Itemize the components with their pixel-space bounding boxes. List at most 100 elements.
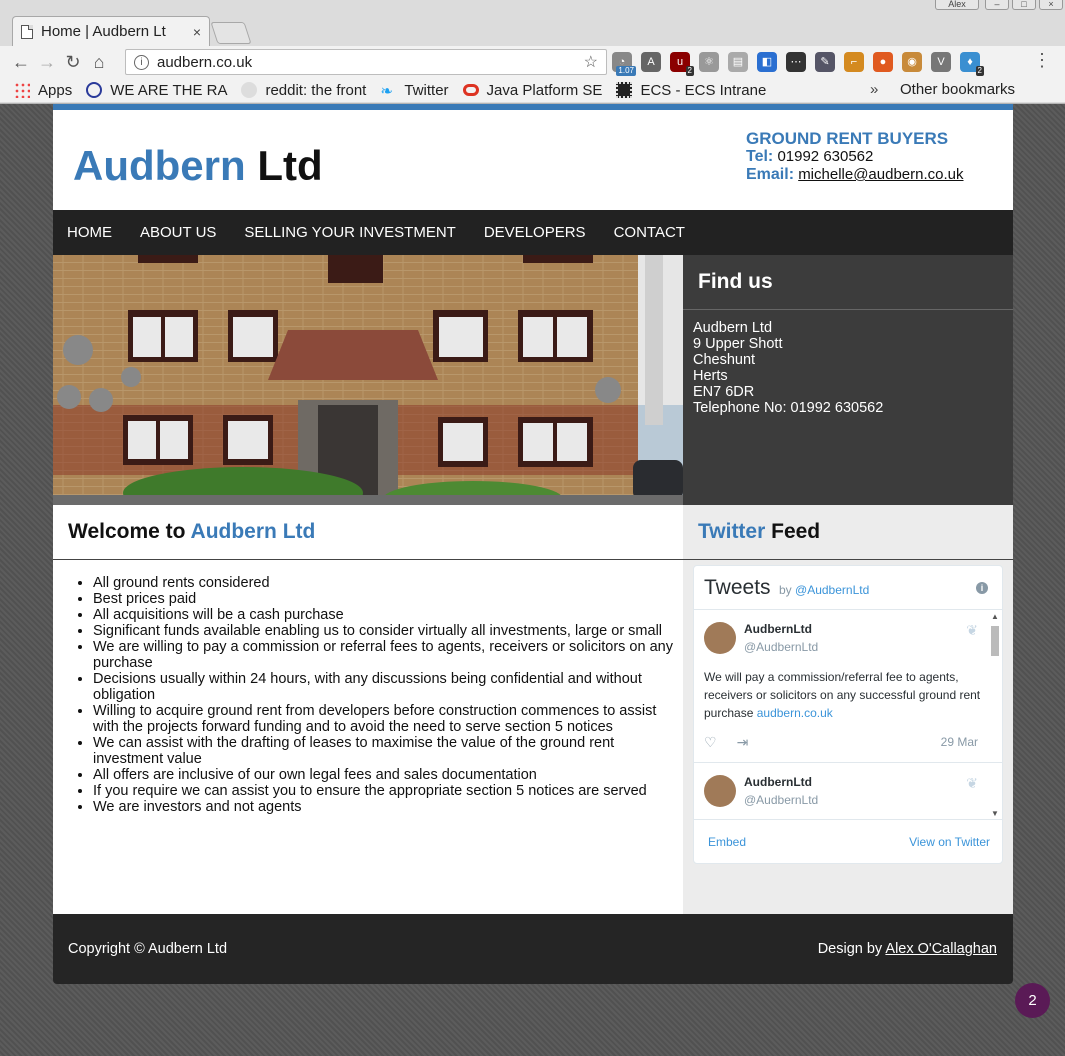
like-heart-icon[interactable]: ♡: [704, 734, 717, 751]
angular-extension-icon[interactable]: A: [641, 52, 661, 72]
nav-home[interactable]: HOME: [67, 224, 112, 241]
browser-chrome: Home | Audbern Lt × Alex – □ × ← → ↻ ⌂ i…: [0, 0, 1065, 104]
site-container: Audbern Ltd GROUND RENT BUYERS Tel: 0199…: [53, 104, 1013, 984]
orange-extension-icon[interactable]: ●: [873, 52, 893, 72]
building-illustration: [53, 255, 683, 505]
browser-tab[interactable]: Home | Audbern Lt ×: [12, 16, 210, 46]
maximize-button[interactable]: □: [1012, 0, 1036, 10]
address-bar[interactable]: i audbern.co.uk ☆: [125, 49, 607, 75]
find-us-panel: Find us Audbern Ltd 9 Upper Shott Cheshu…: [683, 255, 1013, 505]
twitter-bird-icon[interactable]: ❦: [966, 775, 978, 792]
email-label: Email:: [746, 166, 795, 183]
url-text: audbern.co.uk: [157, 53, 253, 71]
bookmark-we-are-the-ra[interactable]: WE ARE THE RA: [86, 82, 227, 99]
nav-developers[interactable]: DEVELOPERS: [484, 224, 586, 241]
design-credit: Design by Alex O'Callaghan: [817, 941, 997, 957]
page-icon: [21, 24, 33, 39]
address-line: 9 Upper Shott: [693, 336, 783, 352]
bookmarks-bar: Apps WE ARE THE RA reddit: the front ❧ T…: [0, 78, 1065, 102]
browser-menu-icon[interactable]: ⋮: [1033, 50, 1051, 71]
site-footer: Copyright © Audbern Ltd Design by Alex O…: [53, 914, 1013, 984]
info-icon[interactable]: i: [976, 582, 988, 594]
nav-contact[interactable]: CONTACT: [614, 224, 685, 241]
nav-about-us[interactable]: ABOUT US: [140, 224, 216, 241]
list-item: All acquisitions will be a cash purchase: [93, 607, 683, 623]
tweet[interactable]: ❦ AudbernLtd @AudbernLtd: [694, 763, 1002, 821]
list-item: We are investors and not agents: [93, 799, 683, 815]
menu-extension-icon[interactable]: ⋯: [786, 52, 806, 72]
bookmarks-overflow-icon[interactable]: »: [870, 81, 878, 98]
list-item: Willing to acquire ground rent from deve…: [93, 703, 683, 735]
forward-icon[interactable]: →: [34, 52, 60, 73]
tweet-author-handle[interactable]: @AudbernLtd: [744, 793, 992, 807]
twitter-feed-section: Twitter Feed Tweets by @AudbernLtd i ❦ A…: [683, 505, 1013, 914]
speed-extension-icon[interactable]: ◔ 1.07: [612, 52, 636, 76]
tweet-date[interactable]: 29 Mar: [941, 735, 978, 749]
bookmark-ecs[interactable]: ECS - ECS Intrane: [616, 82, 766, 99]
widget-header: Tweets by @AudbernLtd i: [694, 566, 1002, 610]
view-on-twitter-link[interactable]: View on Twitter: [909, 835, 990, 849]
list-item: We are willing to pay a commission or re…: [93, 639, 683, 671]
share-icon[interactable]: ⇥: [737, 734, 749, 751]
browser-toolbar: ← → ↻ ⌂ i audbern.co.uk ☆ ◔ 1.07 A u2 ⚛ ▤…: [0, 46, 1065, 78]
twitter-bird-icon[interactable]: ❦: [966, 622, 978, 639]
lock-extension-icon[interactable]: ♦ 2: [960, 52, 984, 76]
vue-extension-icon[interactable]: V: [931, 52, 951, 72]
close-window-button[interactable]: ×: [1039, 0, 1063, 10]
back-icon[interactable]: ←: [8, 52, 34, 73]
ublock-extension-icon[interactable]: u2: [670, 52, 694, 76]
avatar[interactable]: [704, 622, 736, 654]
widget-handle-link[interactable]: @AudbernLtd: [795, 583, 869, 597]
twitter-widget: Tweets by @AudbernLtd i ❦ AudbernLtd @Au…: [693, 565, 1003, 864]
address-line: Audbern Ltd: [693, 320, 773, 336]
eyedropper-extension-icon[interactable]: ✎: [815, 52, 835, 72]
tab-strip: Home | Audbern Lt ×: [0, 12, 1065, 46]
designer-link[interactable]: Alex O'Callaghan: [885, 941, 997, 957]
bookmark-java-platform[interactable]: Java Platform SE: [462, 82, 602, 99]
new-tab-button[interactable]: [210, 22, 252, 44]
hero-building-photo: [53, 255, 683, 505]
profile-button[interactable]: Alex: [935, 0, 979, 10]
tweet[interactable]: ❦ AudbernLtd @AudbernLtd We will pay a c…: [694, 610, 1002, 763]
film-icon: [616, 82, 633, 98]
tweet-author-handle[interactable]: @AudbernLtd: [744, 640, 992, 654]
other-bookmarks[interactable]: Other bookmarks: [900, 81, 1015, 98]
site-logo[interactable]: Audbern Ltd: [73, 142, 323, 190]
home-icon[interactable]: ⌂: [86, 52, 112, 73]
list-item: We can assist with the drafting of lease…: [93, 735, 683, 767]
tweet-author-name[interactable]: AudbernLtd: [744, 775, 992, 789]
notification-badge[interactable]: 2: [1015, 983, 1050, 1018]
find-us-title: Find us: [683, 255, 1013, 310]
email-link[interactable]: michelle@audbern.co.uk: [798, 166, 963, 183]
tag-extension-icon[interactable]: ⌐: [844, 52, 864, 72]
bookmark-twitter[interactable]: ❧ Twitter: [380, 82, 448, 101]
nav-selling-your-investment[interactable]: SELLING YOUR INVESTMENT: [244, 224, 455, 241]
widget-by: by @AudbernLtd: [778, 583, 870, 597]
cookie-extension-icon[interactable]: ◉: [902, 52, 922, 72]
bookmark-apps[interactable]: Apps: [14, 82, 72, 99]
tweet-author-name[interactable]: AudbernLtd: [744, 622, 992, 636]
twitter-feed-title: Twitter Feed: [683, 505, 1013, 560]
widget-title: Tweets: [704, 576, 771, 599]
react-extension-icon[interactable]: ⚛: [699, 52, 719, 72]
widget-scrollbar[interactable]: ▲ ▼: [990, 612, 1000, 818]
bookmark-star-icon[interactable]: ☆: [584, 52, 598, 72]
widget-footer: Embed View on Twitter: [694, 819, 1002, 863]
copyright-text: Copyright © Audbern Ltd: [68, 941, 228, 957]
list-item: If you require we can assist you to ensu…: [93, 783, 683, 799]
tab-close-icon[interactable]: ×: [193, 24, 201, 40]
css-extension-icon[interactable]: ▤: [728, 52, 748, 72]
tweet-link[interactable]: audbern.co.uk: [757, 706, 833, 720]
reload-icon[interactable]: ↻: [60, 52, 86, 73]
minimize-button[interactable]: –: [985, 0, 1009, 10]
site-info-icon[interactable]: i: [134, 54, 149, 70]
scrollbar-thumb[interactable]: [991, 626, 999, 656]
avatar[interactable]: [704, 775, 736, 807]
embed-link[interactable]: Embed: [708, 835, 746, 849]
apps-grid-icon: [14, 82, 30, 98]
translate-extension-icon[interactable]: ◧: [757, 52, 777, 72]
tweet-text: We will pay a commission/referral fee to…: [704, 670, 981, 720]
circle-i-icon: [86, 82, 103, 98]
bookmark-reddit[interactable]: reddit: the front: [241, 82, 366, 99]
tweet-actions: ♡ ⇥ 29 Mar: [704, 722, 992, 762]
